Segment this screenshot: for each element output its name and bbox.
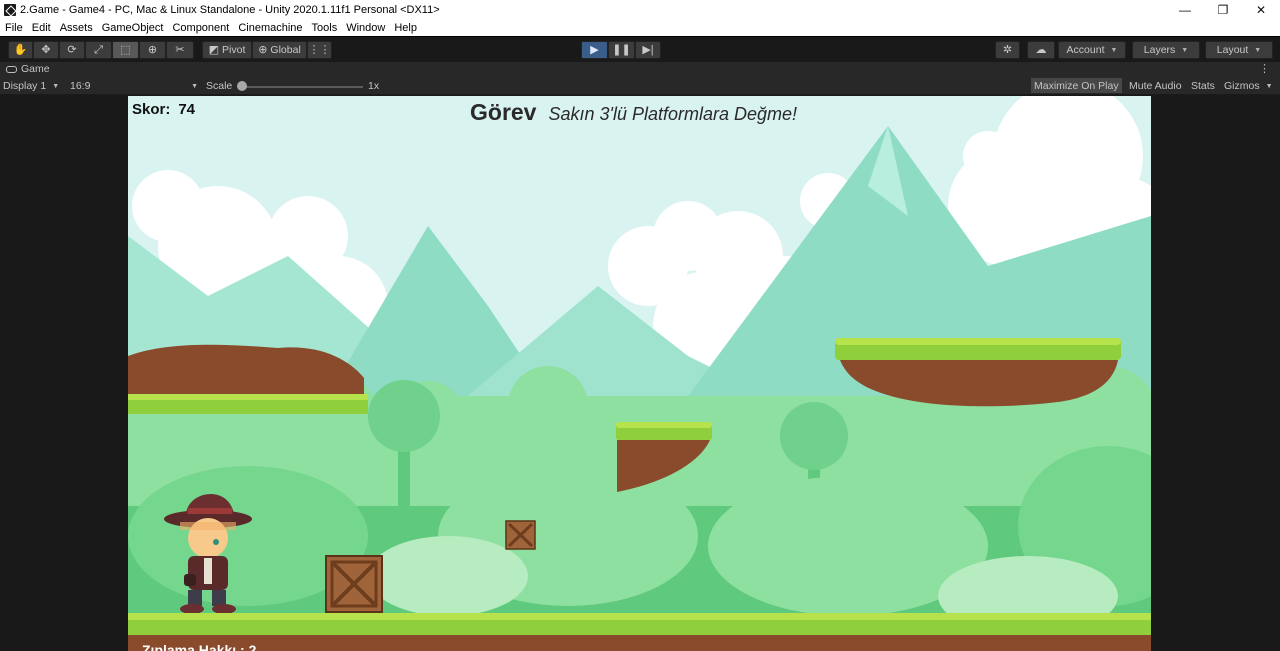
menu-assets[interactable]: Assets	[60, 22, 93, 34]
cloud-icon: ☁	[1035, 43, 1047, 56]
game-control-bar: Display 1 ▼ 16:9 ▼ Scale 1x Maximize On P…	[0, 77, 1280, 95]
play-button[interactable]: ▶	[581, 41, 608, 59]
display-label: Display 1	[3, 80, 47, 92]
layout-dropdown[interactable]: Layout ▼	[1205, 41, 1273, 59]
menu-file[interactable]: File	[5, 22, 23, 34]
play-icon: ▶	[590, 43, 599, 56]
main-toolbar: ✋ ✥ ⟳ ⤢ ⬚ ⊕ ✂ ◩ Pivot ⊕ Global ⋮⋮ ▶ ❚❚ ▶…	[0, 36, 1280, 62]
menu-tools[interactable]: Tools	[312, 22, 338, 34]
chevron-down-icon: ▼	[1181, 46, 1189, 54]
gizmos-dropdown[interactable]: Gizmos ▼	[1224, 79, 1273, 93]
globe-icon: ⊕	[258, 43, 268, 56]
move-icon: ✥	[41, 43, 51, 56]
chevron-down-icon: ▼	[52, 82, 60, 90]
hand-icon: ✋	[13, 43, 28, 56]
scale-slider-track[interactable]	[237, 86, 363, 88]
rotate-icon: ⟳	[67, 43, 77, 56]
grid-snap-button[interactable]: ⋮⋮	[307, 41, 332, 59]
mission-text: Sakın 3'lü Platformlara Değme!	[548, 104, 798, 124]
left-gutter	[0, 96, 128, 651]
grid-icon: ⋮⋮	[308, 43, 331, 56]
menu-component[interactable]: Component	[172, 22, 229, 34]
move-tool-button[interactable]: ✥	[33, 41, 59, 59]
pivot-icon: ◩	[208, 43, 220, 56]
maximize-button[interactable]: ❐	[1204, 0, 1242, 20]
collab-icon: ✲	[1002, 43, 1013, 56]
platform-left	[128, 344, 368, 414]
tools-icon: ✂	[175, 43, 185, 56]
game-view-icon	[6, 65, 17, 73]
display-dropdown[interactable]: Display 1 ▼	[3, 79, 59, 93]
window-controls: — ❐ ✕	[1166, 0, 1280, 20]
tab-menu-icon[interactable]: ⋮	[1259, 62, 1270, 75]
layers-label: Layers	[1143, 44, 1176, 56]
layers-dropdown[interactable]: Layers ▼	[1132, 41, 1200, 59]
hand-tool-button[interactable]: ✋	[8, 41, 33, 59]
menu-gameobject[interactable]: GameObject	[102, 22, 164, 34]
rect-transform-icon: ⬚	[120, 43, 131, 56]
step-button[interactable]: ▶|	[635, 41, 661, 59]
jumps-remaining: Zıplama Hakkı : 2	[142, 642, 257, 651]
maximize-on-play-toggle[interactable]: Maximize On Play	[1031, 78, 1122, 93]
stats-toggle[interactable]: Stats	[1188, 78, 1218, 93]
chevron-down-icon: ▼	[1265, 82, 1273, 90]
pivot-toggle[interactable]: ◩ Pivot	[202, 41, 252, 59]
transform-tool-button[interactable]: ⊕	[139, 41, 166, 59]
chevron-down-icon: ▼	[1254, 46, 1262, 54]
menu-cinemachine[interactable]: Cinemachine	[238, 22, 302, 34]
gizmos-label: Gizmos	[1224, 80, 1260, 92]
chevron-down-icon: ▼	[1110, 46, 1118, 54]
aspect-label: 16:9	[70, 80, 91, 92]
aspect-dropdown[interactable]: 16:9 ▼	[70, 79, 198, 93]
score-display: Skor: 74	[132, 101, 195, 118]
account-dropdown[interactable]: Account ▼	[1058, 41, 1126, 59]
account-label: Account	[1066, 44, 1105, 56]
game-viewport[interactable]: Skor: 74 Görev Sakın 3'lü Platformlara D…	[128, 96, 1151, 651]
menu-bar: File Edit Assets GameObject Component Ci…	[0, 20, 1280, 36]
transform-icon: ⊕	[147, 43, 158, 56]
pivot-label: Pivot	[222, 44, 246, 56]
menu-window[interactable]: Window	[346, 22, 385, 34]
window-title-bar: 2.Game - Game4 - PC, Mac & Linux Standal…	[0, 0, 1280, 20]
scale-slider-handle[interactable]	[237, 81, 247, 91]
step-icon: ▶|	[642, 43, 654, 56]
scale-tool-button[interactable]: ⤢	[85, 41, 112, 59]
score-value: 74	[178, 101, 196, 118]
minimize-button[interactable]: —	[1166, 0, 1204, 20]
pause-button[interactable]: ❚❚	[608, 41, 635, 59]
close-button[interactable]: ✕	[1242, 0, 1280, 20]
global-toggle[interactable]: ⊕ Global	[252, 41, 307, 59]
custom-tool-button[interactable]: ✂	[166, 41, 194, 59]
scale-label: Scale	[206, 80, 233, 92]
tab-game[interactable]: Game	[6, 63, 50, 75]
mute-audio-toggle[interactable]: Mute Audio	[1126, 78, 1185, 93]
tab-game-label: Game	[21, 63, 50, 75]
rotate-tool-button[interactable]: ⟳	[59, 41, 85, 59]
menu-edit[interactable]: Edit	[32, 22, 51, 34]
right-gutter	[1151, 96, 1280, 651]
mission-display: Görev Sakın 3'lü Platformlara Değme!	[470, 99, 797, 126]
scale-value: 1x	[368, 80, 380, 92]
cloud-button[interactable]: ☁	[1027, 41, 1055, 59]
layout-label: Layout	[1216, 44, 1249, 56]
collab-button[interactable]: ✲	[995, 41, 1020, 59]
game-scene	[128, 96, 1151, 651]
window-title: 2.Game - Game4 - PC, Mac & Linux Standal…	[20, 4, 440, 16]
scale-icon: ⤢	[94, 43, 103, 56]
chevron-down-icon: ▼	[191, 82, 198, 90]
crate-small	[505, 520, 536, 550]
mission-title: Görev	[470, 99, 537, 125]
rect-tool-button[interactable]: ⬚	[112, 41, 139, 59]
menu-help[interactable]: Help	[394, 22, 417, 34]
ground	[128, 613, 1151, 651]
crate-large	[325, 555, 383, 613]
global-label: Global	[270, 44, 301, 56]
score-label: Skor:	[132, 101, 171, 118]
pause-icon: ❚❚	[612, 43, 631, 56]
game-tab-bar: Game ⋮	[0, 62, 1280, 77]
unity-logo-icon	[4, 4, 16, 16]
